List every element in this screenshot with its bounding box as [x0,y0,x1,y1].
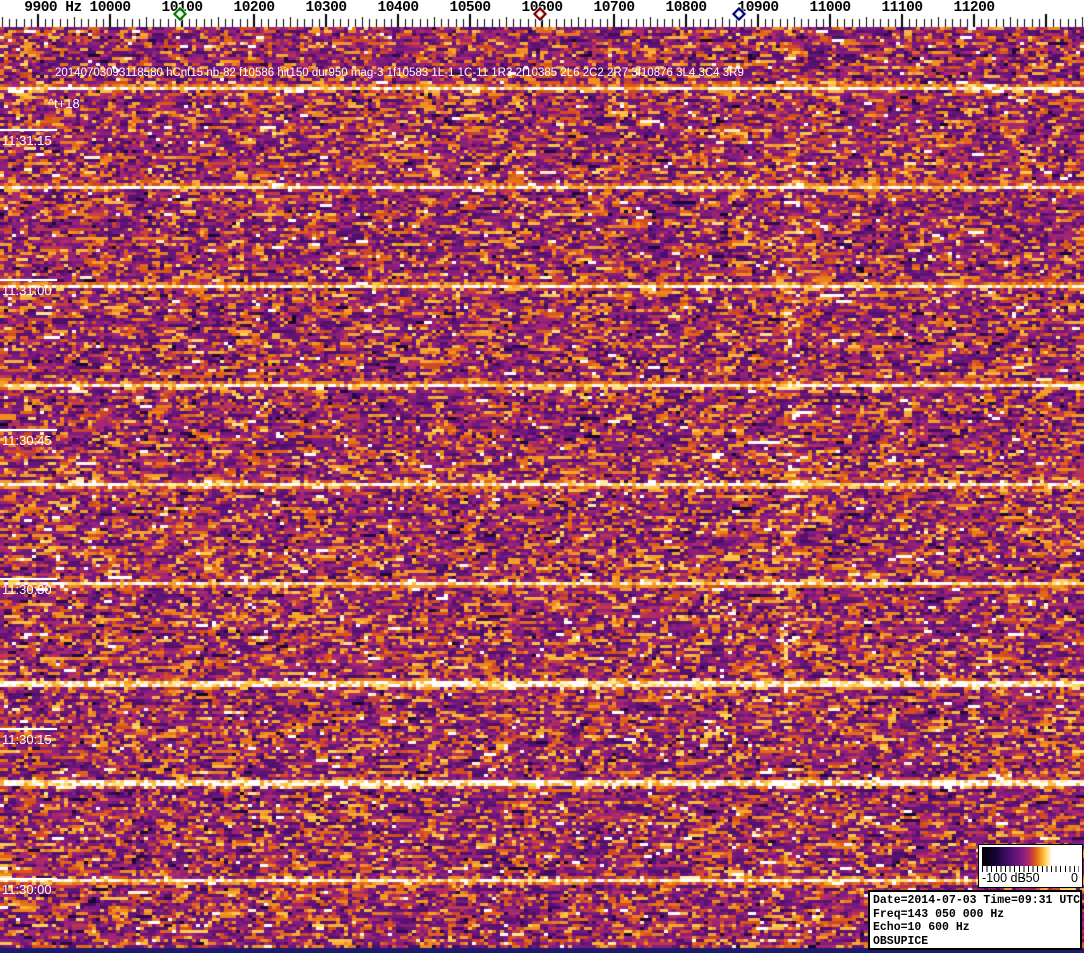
time-label: 11:31:00 [2,283,52,298]
info-line: Freq=143 050 000 Hz [873,907,1005,921]
legend-label-min: -100 dB [982,871,1026,885]
ruler-tick-label: 10400 [377,0,420,16]
legend-label-max: 0 [1071,871,1078,885]
time-label: 11:30:30 [2,582,52,597]
info-box: Date=2014-07-03 Time=09:31 UTC Freq=143 0… [868,890,1082,950]
time-axis: 11:31:15 11:31:00 11:30:45 11:30:30 11:30:15… [0,0,120,953]
info-line: OBSUPICE [873,934,929,948]
color-scale-gradient [982,847,1079,866]
ruler-tick-label: 11000 [809,0,852,16]
frequency-ruler: 9900 Hz100001010010200103001040010500106… [0,0,1084,27]
spectrogram-screen: 9900 Hz100001010010200103001040010500106… [0,0,1084,953]
info-line: Echo=10 600 Hz [873,921,970,934]
color-scale-labels: -100 dB -50 0 [979,871,1082,886]
detection-annotation: 20140703093118580 hCnt15 nb-82 f10586 hi… [55,67,744,79]
info-line: Date=2014-07-03 Time=09:31 UTC [873,894,1081,907]
spectrogram-canvas [0,0,1084,953]
color-scale-legend: -100 dB -50 0 [978,844,1083,888]
time-tick-line [0,578,57,580]
ruler-tick-label: 10500 [449,0,492,16]
time-tick-line [0,279,57,281]
ruler-tick-label: 10200 [233,0,276,16]
time-label: 11:30:00 [2,882,52,897]
time-tick-line [0,129,57,131]
ruler-tick-label: 10800 [665,0,708,16]
ruler-tick-label: 11100 [881,0,924,16]
ruler-tick-label: 10700 [593,0,636,16]
legend-label-mid: -50 [1021,871,1040,885]
ruler-tick-label: 11200 [953,0,996,16]
time-tick-line [0,429,57,431]
time-label: 11:31:15 [2,133,52,148]
time-label: 11:30:45 [2,433,52,448]
time-label: 11:30:15 [2,732,52,747]
time-tick-line [0,728,57,730]
time-tick-line [0,878,57,880]
ruler-tick-label: 10300 [305,0,348,16]
